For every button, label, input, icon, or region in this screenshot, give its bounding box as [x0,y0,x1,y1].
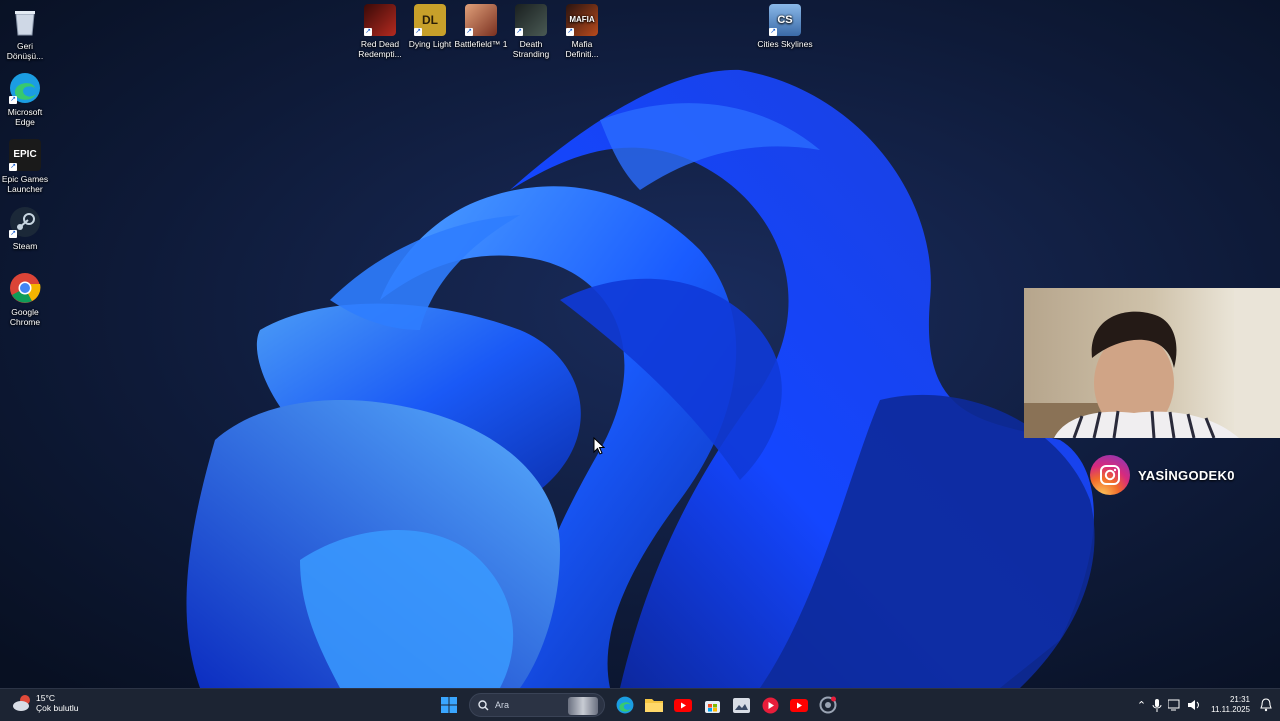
desktop-icon-google-chrome[interactable]: Google Chrome [0,268,50,327]
desktop-icon-mafia[interactable]: MAFIA ↗ Mafia Definiti... [554,0,610,59]
photos-icon [732,697,750,713]
taskbar: 15°C Çok bulutlu Ara ⌃ 21:31 11.11.2025 [0,688,1280,721]
desktop-icon-microsoft-edge[interactable]: ↗ Microsoft Edge [0,68,50,127]
taskbar-file-explorer-button[interactable] [641,692,667,718]
taskbar-clock[interactable]: 21:31 11.11.2025 [1211,695,1250,715]
instagram-username: YASİNGODEK0 [1138,467,1235,483]
taskbar-edge-button[interactable] [612,692,638,718]
desktop-icon-epic-games[interactable]: EPIC ↗ Epic Games Launcher [0,135,50,194]
mouse-cursor-icon [593,437,605,455]
media-player-icon [762,697,778,713]
desktop-icon-cities-skylines[interactable]: CS ↗ Cities Skylines [757,0,813,49]
desktop-icon-label: Red Dead Redempti... [358,39,402,59]
taskbar-apps: Ara [436,692,841,718]
desktop-icon-label: Google Chrome [9,307,41,327]
death-stranding-icon: ↗ [515,4,547,36]
taskbar-store-button[interactable] [699,692,725,718]
taskbar-chrome-dev-button[interactable] [815,692,841,718]
red-dead-icon: ↗ [364,4,396,36]
cities-skylines-icon: CS ↗ [769,4,801,36]
instagram-icon [1090,455,1130,495]
search-placeholder: Ara [495,700,510,710]
epic-games-icon: EPIC ↗ [9,139,41,171]
taskbar-youtube-button-2[interactable] [786,692,812,718]
taskbar-photos-button[interactable] [728,692,754,718]
desktop-icon-label: Dying Light [408,39,452,49]
microsoft-store-icon [704,700,720,713]
notification-bell-icon[interactable] [1260,698,1272,712]
clock-time: 21:31 [1229,695,1250,704]
system-tray: ⌃ 21:31 11.11.2025 [1137,689,1272,721]
desktop-icon-red-dead[interactable]: ↗ Red Dead Redempti... [352,0,408,59]
recycle-bin-icon [9,6,41,38]
edge-icon: ↗ [9,72,41,104]
youtube-icon [790,698,808,712]
webcam-person-image [1024,288,1280,438]
chrome-dev-icon [819,696,837,714]
weather-description: Çok bulutlu [36,703,79,713]
microphone-icon[interactable] [1152,698,1162,712]
instagram-handle-badge: YASİNGODEK0 [1090,455,1235,495]
desktop-icon-label: Battlefield™ 1 [454,39,508,49]
network-icon[interactable] [1168,699,1181,711]
desktop-icon-recycle-bin[interactable]: Geri Dönüşü... [0,2,50,61]
folder-icon [645,699,663,712]
windows-logo-icon [441,697,457,713]
desktop-icon-death-stranding[interactable]: ↗ Death Stranding [503,0,559,59]
weather-widget[interactable]: 15°C Çok bulutlu [12,693,79,713]
taskbar-youtube-button[interactable] [670,692,696,718]
dying-light-icon: DL ↗ [414,4,446,36]
taskbar-search-box[interactable]: Ara [469,693,605,717]
desktop-icon-battlefield[interactable]: ↗ Battlefield™ 1 [453,0,509,49]
desktop-icon-label: Geri Dönüşü... [6,41,44,61]
desktop-icon-steam[interactable]: ↗ Steam [0,202,50,251]
chrome-icon [9,272,41,304]
battlefield-icon: ↗ [465,4,497,36]
show-hidden-icons-chevron-icon[interactable]: ⌃ [1137,699,1146,712]
start-button[interactable] [436,692,462,718]
desktop-icon-dying-light[interactable]: DL ↗ Dying Light [402,0,458,49]
webcam-overlay [1024,288,1280,438]
weather-temperature: 15°C [36,693,55,703]
desktop-icon-label: Cities Skylines [757,39,813,49]
clock-date: 11.11.2025 [1211,705,1250,714]
search-highlight-image [568,697,598,715]
desktop-icon-label: Epic Games Launcher [1,174,49,194]
desktop-icon-label: Microsoft Edge [7,107,43,127]
mafia-icon: MAFIA ↗ [566,4,598,36]
youtube-icon [674,698,692,712]
desktop-icon-label: Steam [12,241,38,251]
cloud-weather-icon [13,695,30,711]
desktop-icon-label: Mafia Definiti... [565,39,599,59]
taskbar-media-player-button[interactable] [757,692,783,718]
volume-icon[interactable] [1187,699,1201,711]
search-icon [478,699,489,710]
edge-icon [616,696,634,714]
steam-icon: ↗ [9,206,41,238]
desktop-icon-label: Death Stranding [512,39,550,59]
